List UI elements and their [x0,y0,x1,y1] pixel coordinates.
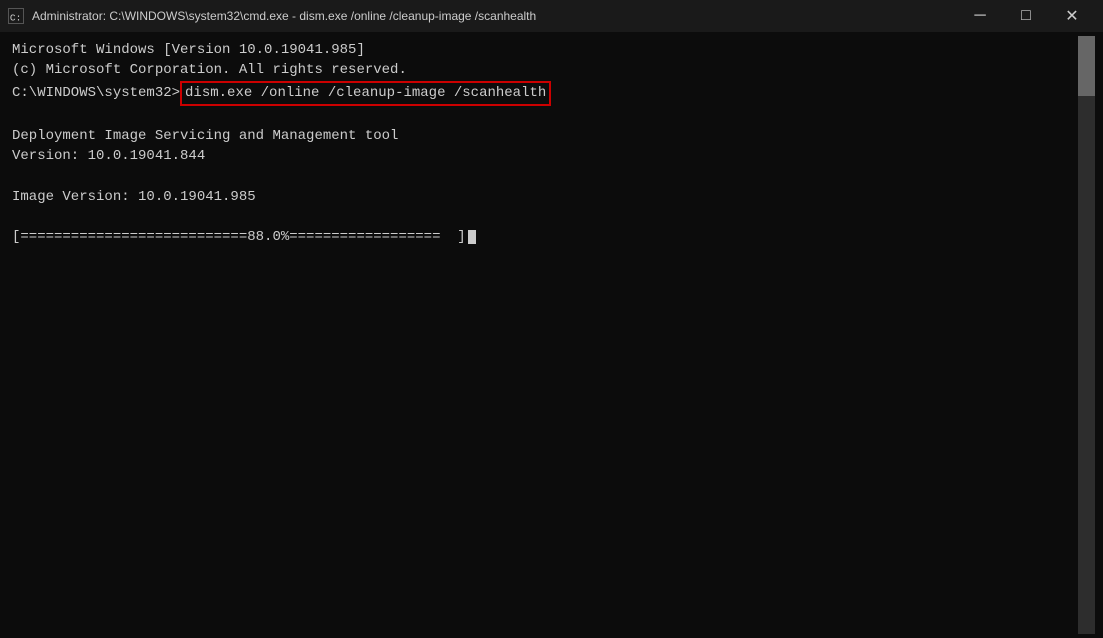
progress-line: [===========================88.0%=======… [12,227,1074,247]
console-content: Microsoft Windows [Version 10.0.19041.98… [8,36,1078,634]
window-title: Administrator: C:\WINDOWS\system32\cmd.e… [32,9,536,23]
scrollbar[interactable] [1078,36,1095,634]
cmd-icon: C: [8,8,24,24]
progress-text: [===========================88.0%=======… [12,227,466,247]
cmd-window: C: Administrator: C:\WINDOWS\system32\cm… [0,0,1103,638]
close-button[interactable]: ✕ [1049,0,1095,32]
svg-text:C:: C: [10,12,22,23]
console-line-2: (c) Microsoft Corporation. All rights re… [12,60,1074,80]
title-bar: C: Administrator: C:\WINDOWS\system32\cm… [0,0,1103,32]
empty-line-1 [12,106,1074,126]
console-line-4: Deployment Image Servicing and Managemen… [12,126,1074,146]
console-line-1: Microsoft Windows [Version 10.0.19041.98… [12,40,1074,60]
title-bar-controls: ─ □ ✕ [957,0,1095,32]
scrollbar-thumb[interactable] [1078,36,1095,96]
prompt: C:\WINDOWS\system32> [12,83,180,103]
title-bar-left: C: Administrator: C:\WINDOWS\system32\cm… [8,8,536,24]
empty-line-3 [12,207,1074,227]
command-line: C:\WINDOWS\system32>dism.exe /online /cl… [12,81,1074,107]
empty-line-2 [12,167,1074,187]
console-area[interactable]: Microsoft Windows [Version 10.0.19041.98… [0,32,1103,638]
console-line-5: Version: 10.0.19041.844 [12,146,1074,166]
command-text: dism.exe /online /cleanup-image /scanhea… [180,81,551,107]
cursor [468,230,476,244]
console-line-7: Image Version: 10.0.19041.985 [12,187,1074,207]
minimize-button[interactable]: ─ [957,0,1003,32]
maximize-button[interactable]: □ [1003,0,1049,32]
